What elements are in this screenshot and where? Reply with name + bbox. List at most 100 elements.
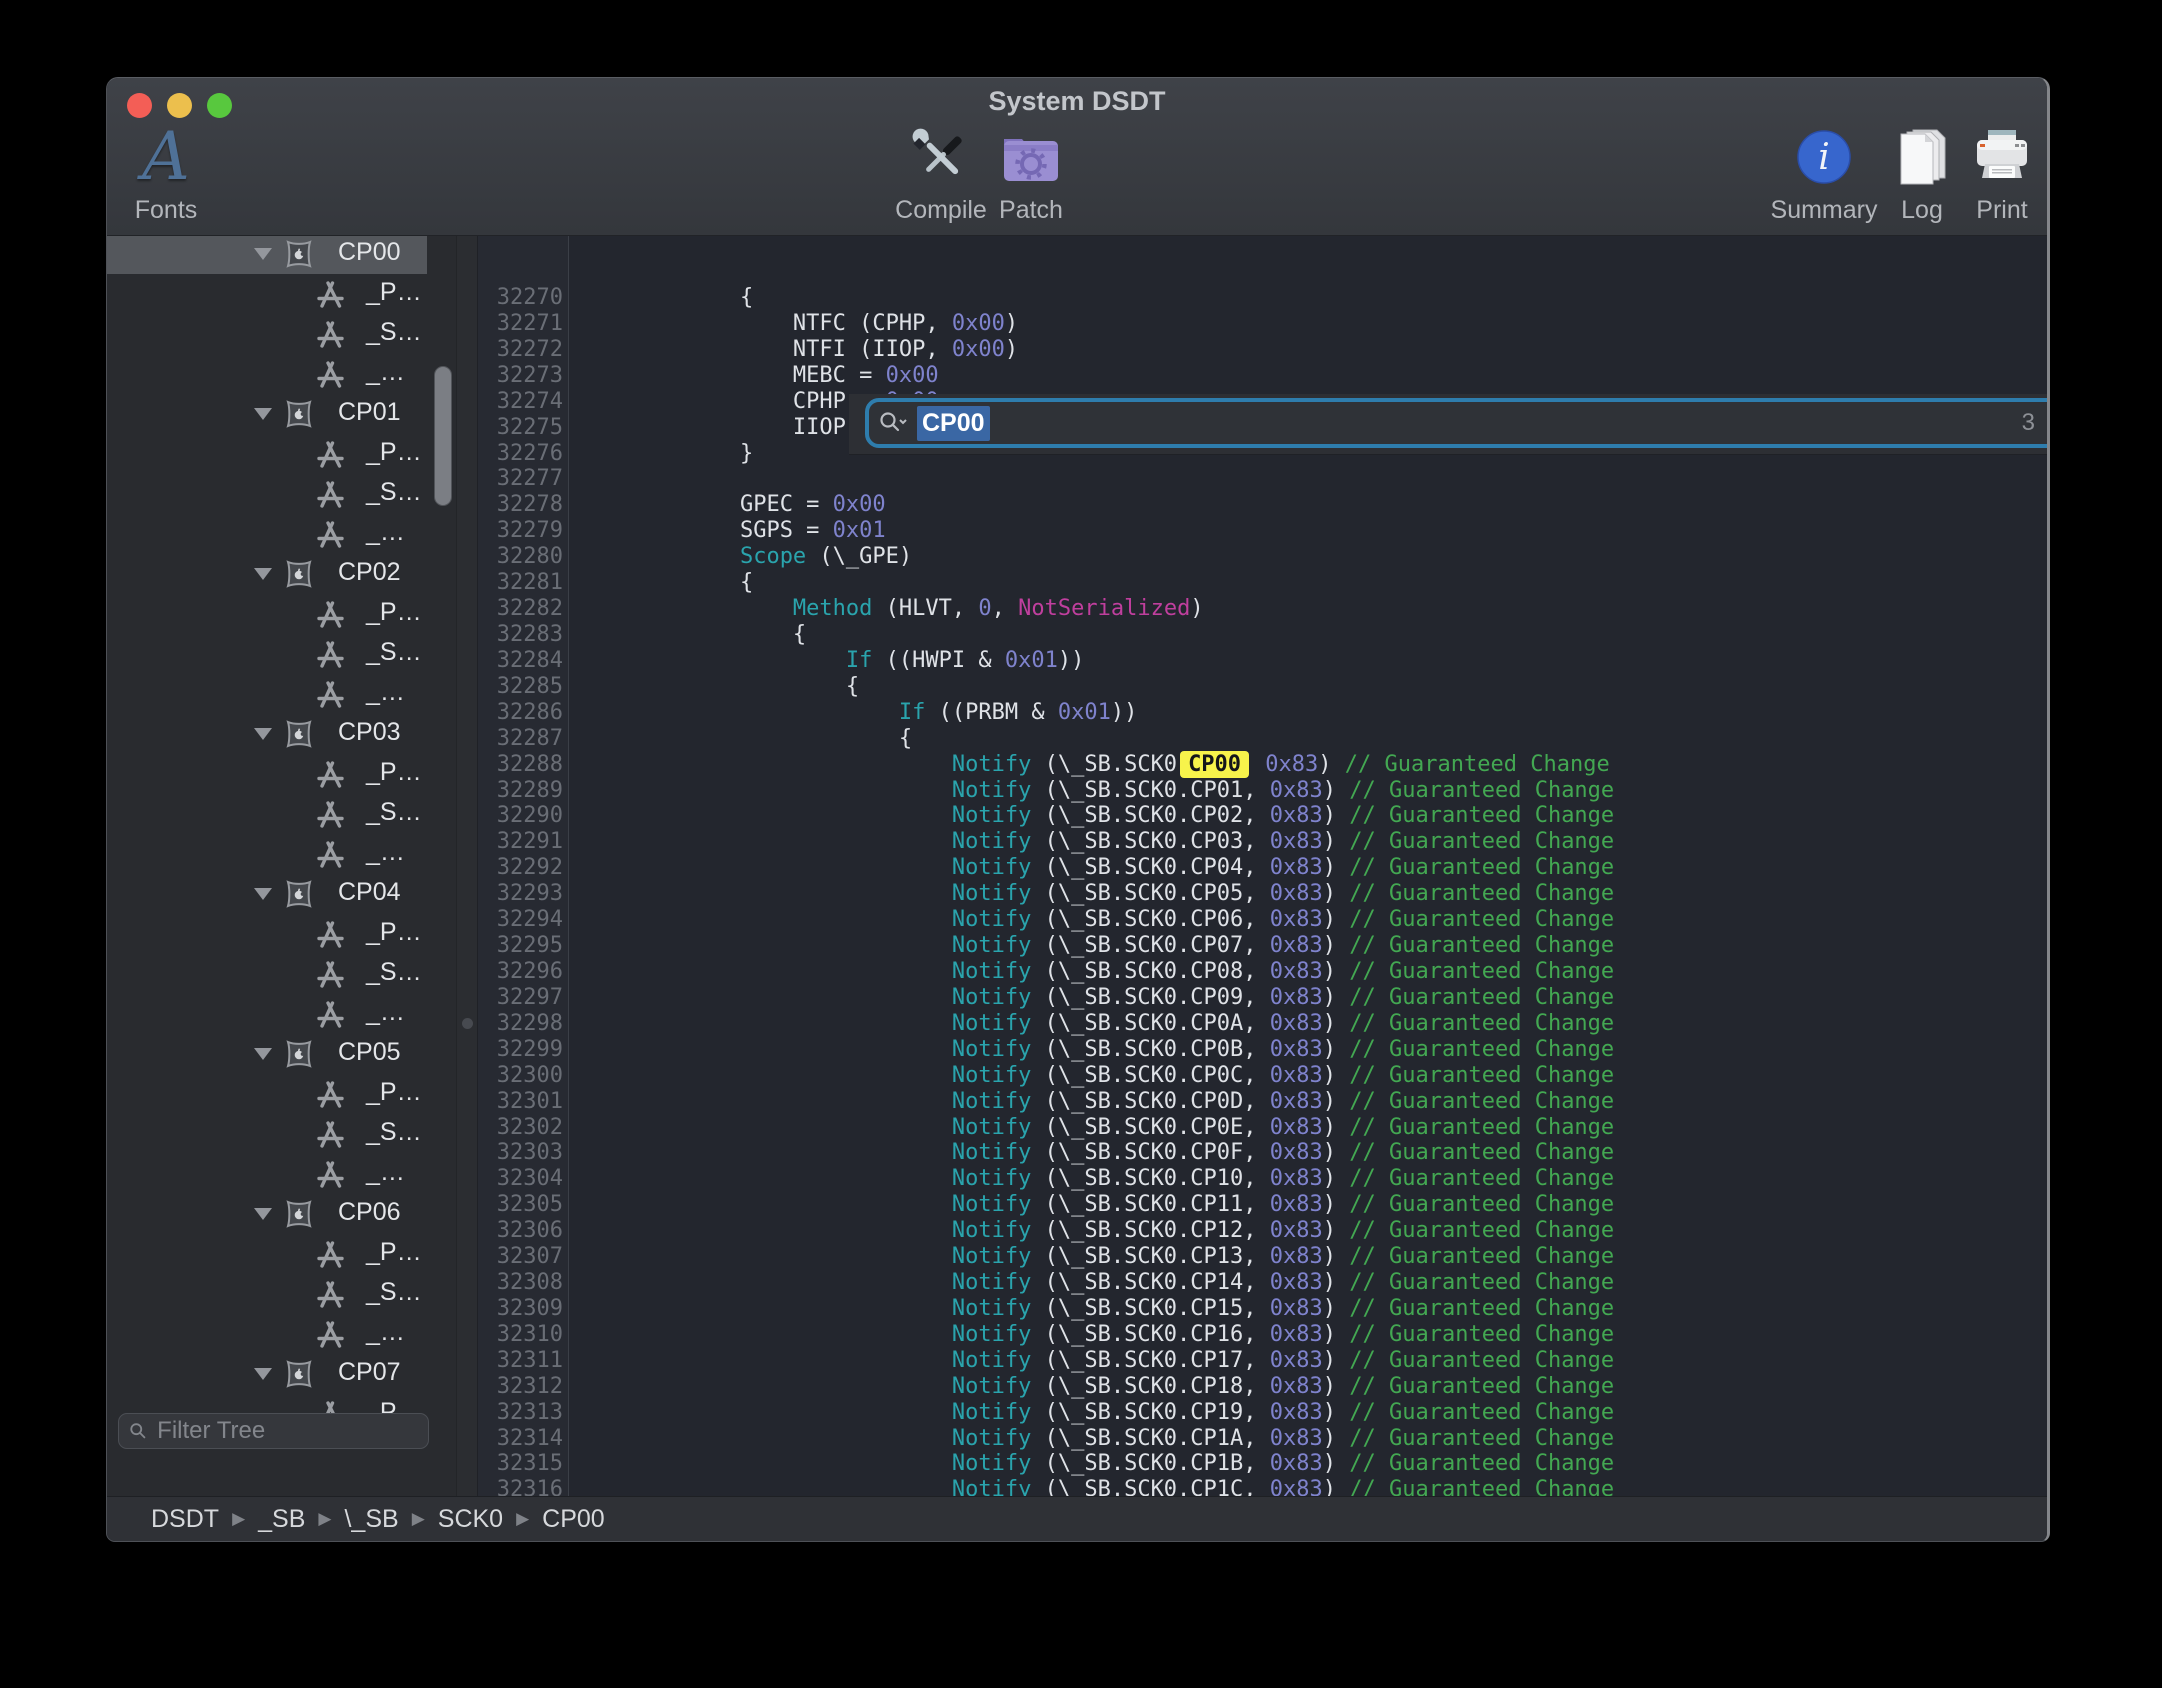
breadcrumb-item-SB[interactable]: \_SB: [344, 1505, 398, 1534]
code-line-32284: 32284 If ((HWPI & 0x01)): [478, 648, 2047, 674]
sidebar-scrollbar[interactable]: [434, 366, 452, 506]
line-number: 32274: [478, 389, 569, 415]
summary-button[interactable]: i Summary: [1764, 122, 1884, 225]
code-line-32292: 32292 Notify (\_SB.SCK0.CP04, 0x83) // G…: [478, 855, 2047, 881]
tree-child-CP02-[interactable]: _…: [107, 674, 427, 714]
tree-child-CP06-P[interactable]: _P…: [107, 1234, 427, 1274]
tree-child-CP04-S[interactable]: _S…: [107, 954, 427, 994]
line-number: 32303: [478, 1140, 569, 1166]
disclosure-triangle-icon[interactable]: [254, 888, 272, 900]
code-line-32278: 32278 GPEC = 0x00: [478, 492, 2047, 518]
line-number: 32314: [478, 1426, 569, 1452]
code-line-32294: 32294 Notify (\_SB.SCK0.CP06, 0x83) // G…: [478, 907, 2047, 933]
breadcrumb-separator-icon: ▶: [516, 1509, 529, 1529]
tree-child-CP02-P[interactable]: _P…: [107, 594, 427, 634]
line-number: 32291: [478, 829, 569, 855]
code-line-32295: 32295 Notify (\_SB.SCK0.CP07, 0x83) // G…: [478, 933, 2047, 959]
code-line-32311: 32311 Notify (\_SB.SCK0.CP17, 0x83) // G…: [478, 1348, 2047, 1374]
filter-tree-field[interactable]: [118, 1413, 429, 1449]
tree-item-CP01[interactable]: CP01: [107, 394, 427, 434]
search-icon: [129, 1421, 147, 1441]
tree-child-CP03-[interactable]: _…: [107, 834, 427, 874]
tree-child-CP04-P[interactable]: _P…: [107, 914, 427, 954]
code-line-32314: 32314 Notify (\_SB.SCK0.CP1A, 0x83) // G…: [478, 1426, 2047, 1452]
code-text: {: [569, 570, 753, 596]
code-text: Notify (\_SB.SCK0CP00 0x83) // Guarantee…: [569, 752, 1610, 778]
search-highlight: CP00: [1180, 751, 1249, 778]
tree-child-CP01-S[interactable]: _S…: [107, 474, 427, 514]
disclosure-triangle-icon[interactable]: [254, 728, 272, 740]
print-button[interactable]: Print: [1962, 122, 2042, 225]
code-line-32297: 32297 Notify (\_SB.SCK0.CP09, 0x83) // G…: [478, 985, 2047, 1011]
tree-child-CP03-S[interactable]: _S…: [107, 794, 427, 834]
tree-child-CP00-[interactable]: _…: [107, 354, 427, 394]
tree-outline[interactable]: CP00 _P… _S… _… CP01 _P… _S…: [107, 236, 456, 1451]
method-icon: [314, 1278, 347, 1311]
line-number: 32280: [478, 544, 569, 570]
line-number: 32281: [478, 570, 569, 596]
sidebar: CP00 _P… _S… _… CP01 _P… _S…: [107, 236, 456, 1496]
print-icon: [1962, 122, 2042, 192]
filter-tree-input[interactable]: [155, 1416, 418, 1446]
breadcrumb-item-SCK0[interactable]: SCK0: [438, 1505, 503, 1534]
line-number: 32306: [478, 1218, 569, 1244]
tree-item-CP05[interactable]: CP05: [107, 1034, 427, 1074]
pane-splitter[interactable]: [456, 236, 478, 1496]
code-text: Notify (\_SB.SCK0.CP18, 0x83) // Guarant…: [569, 1374, 1614, 1400]
line-number: 32278: [478, 492, 569, 518]
tree-child-CP02-S[interactable]: _S…: [107, 634, 427, 674]
tree-child-CP03-P[interactable]: _P…: [107, 754, 427, 794]
line-number: 32287: [478, 726, 569, 752]
tree-child-CP05-[interactable]: _…: [107, 1154, 427, 1194]
search-menu-icon[interactable]: [879, 411, 909, 435]
code-text: Notify (\_SB.SCK0.CP0D, 0x83) // Guarant…: [569, 1089, 1614, 1115]
log-button[interactable]: Log: [1882, 122, 1962, 225]
tree-child-CP00-P[interactable]: _P…: [107, 274, 427, 314]
tree-item-CP00[interactable]: CP00: [107, 236, 427, 274]
method-icon: [314, 678, 347, 711]
device-badge-icon: [284, 399, 314, 429]
disclosure-triangle-icon[interactable]: [254, 1368, 272, 1380]
line-number: 32304: [478, 1166, 569, 1192]
tree-child-CP00-S[interactable]: _S…: [107, 314, 427, 354]
tree-child-CP06-[interactable]: _…: [107, 1314, 427, 1354]
line-number: 32286: [478, 700, 569, 726]
code-editor[interactable]: 32270 {32271 NTFC (CPHP, 0x00)32272 NTFI…: [478, 236, 2047, 1496]
breadcrumb-item-SB[interactable]: _SB: [258, 1505, 305, 1534]
code-line-32310: 32310 Notify (\_SB.SCK0.CP16, 0x83) // G…: [478, 1322, 2047, 1348]
tree-item-CP03[interactable]: CP03: [107, 714, 427, 754]
tree-child-CP05-P[interactable]: _P…: [107, 1074, 427, 1114]
line-number: 32295: [478, 933, 569, 959]
tree-item-CP02[interactable]: CP02: [107, 554, 427, 594]
line-number: 32313: [478, 1400, 569, 1426]
disclosure-triangle-icon[interactable]: [254, 408, 272, 420]
tree-child-CP04-[interactable]: _…: [107, 994, 427, 1034]
code-line-32302: 32302 Notify (\_SB.SCK0.CP0E, 0x83) // G…: [478, 1115, 2047, 1141]
breadcrumb-item-CP00[interactable]: CP00: [542, 1505, 605, 1534]
tree-item-CP06[interactable]: CP06: [107, 1194, 427, 1234]
breadcrumb-item-DSDT[interactable]: DSDT: [151, 1505, 219, 1534]
code-line-32288: 32288 Notify (\_SB.SCK0CP00 0x83) // Gua…: [478, 752, 2047, 778]
tree-child-CP06-S[interactable]: _S…: [107, 1274, 427, 1314]
search-input[interactable]: CP00 3 ✕: [865, 398, 2047, 448]
disclosure-triangle-icon[interactable]: [254, 1048, 272, 1060]
tree-item-CP04[interactable]: CP04: [107, 874, 427, 914]
tree-child-CP05-S[interactable]: _S…: [107, 1114, 427, 1154]
fonts-button[interactable]: A Fonts: [111, 122, 221, 225]
method-icon: [314, 798, 347, 831]
disclosure-triangle-icon[interactable]: [254, 248, 272, 260]
line-number: 32302: [478, 1115, 569, 1141]
code-line-32307: 32307 Notify (\_SB.SCK0.CP13, 0x83) // G…: [478, 1244, 2047, 1270]
patch-button[interactable]: Patch: [981, 122, 1081, 225]
disclosure-triangle-icon[interactable]: [254, 1208, 272, 1220]
tree-child-CP01-[interactable]: _…: [107, 514, 427, 554]
device-badge-icon: [284, 879, 314, 909]
code-line-32286: 32286 If ((PRBM & 0x01)): [478, 700, 2047, 726]
device-badge-icon: [284, 719, 314, 749]
disclosure-triangle-icon[interactable]: [254, 568, 272, 580]
tree-item-CP07[interactable]: CP07: [107, 1354, 427, 1394]
tree-child-CP01-P[interactable]: _P…: [107, 434, 427, 474]
line-number: 32277: [478, 466, 569, 492]
code-text: Notify (\_SB.SCK0.CP0E, 0x83) // Guarant…: [569, 1115, 1614, 1141]
code-text: Notify (\_SB.SCK0.CP1B, 0x83) // Guarant…: [569, 1451, 1614, 1477]
